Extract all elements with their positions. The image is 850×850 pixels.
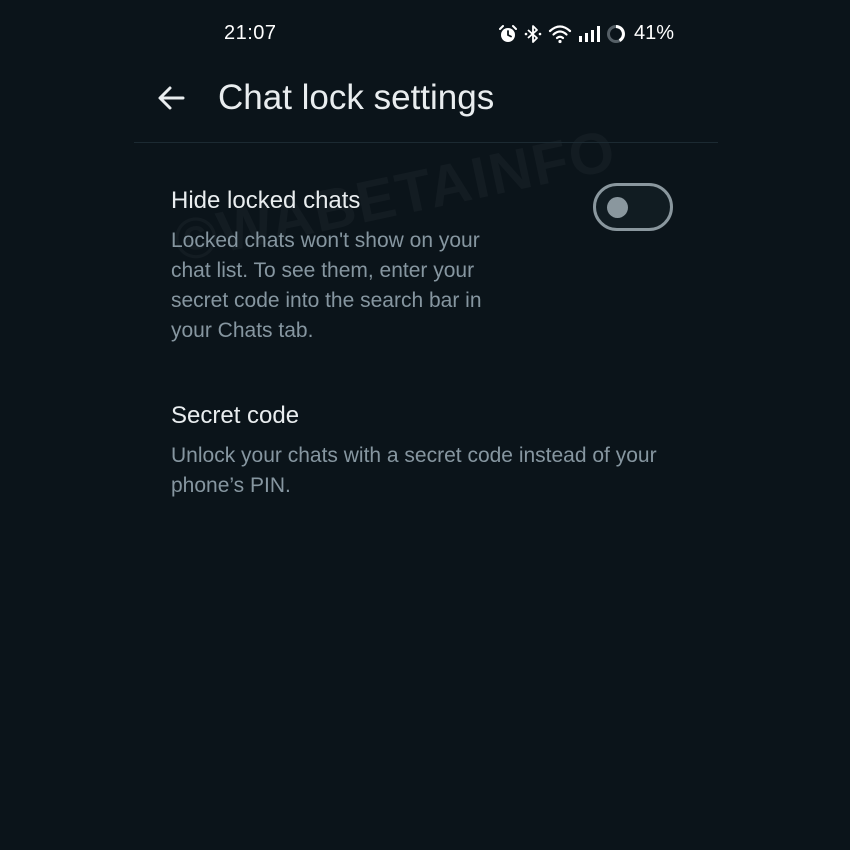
setting-secret-code[interactable]: Secret code Unlock your chats with a sec… [171,401,691,501]
page-title: Chat lock settings [218,78,495,117]
bluetooth-icon [524,24,542,44]
setting-description: Locked chats won't show on your chat lis… [171,229,482,342]
back-button[interactable] [154,80,190,116]
alarm-icon [498,24,518,44]
status-time: 21:07 [224,22,277,44]
hide-locked-chats-toggle[interactable] [593,183,673,231]
arrow-left-icon [158,86,185,110]
signal-icon [578,24,600,44]
wifi-icon [548,24,572,44]
status-bar: 21:07 41% [0,18,850,50]
chat-lock-settings-screen: ©WABETAINFO 21:07 [0,0,850,850]
toggle-knob [607,197,628,218]
app-header: Chat lock settings [134,60,718,143]
battery-icon [606,24,626,44]
setting-description: Unlock your chats with a secret code ins… [171,444,657,497]
battery-percent: 41% [633,22,674,44]
status-icons: 41% [498,22,674,45]
setting-title: Secret code [171,402,300,429]
